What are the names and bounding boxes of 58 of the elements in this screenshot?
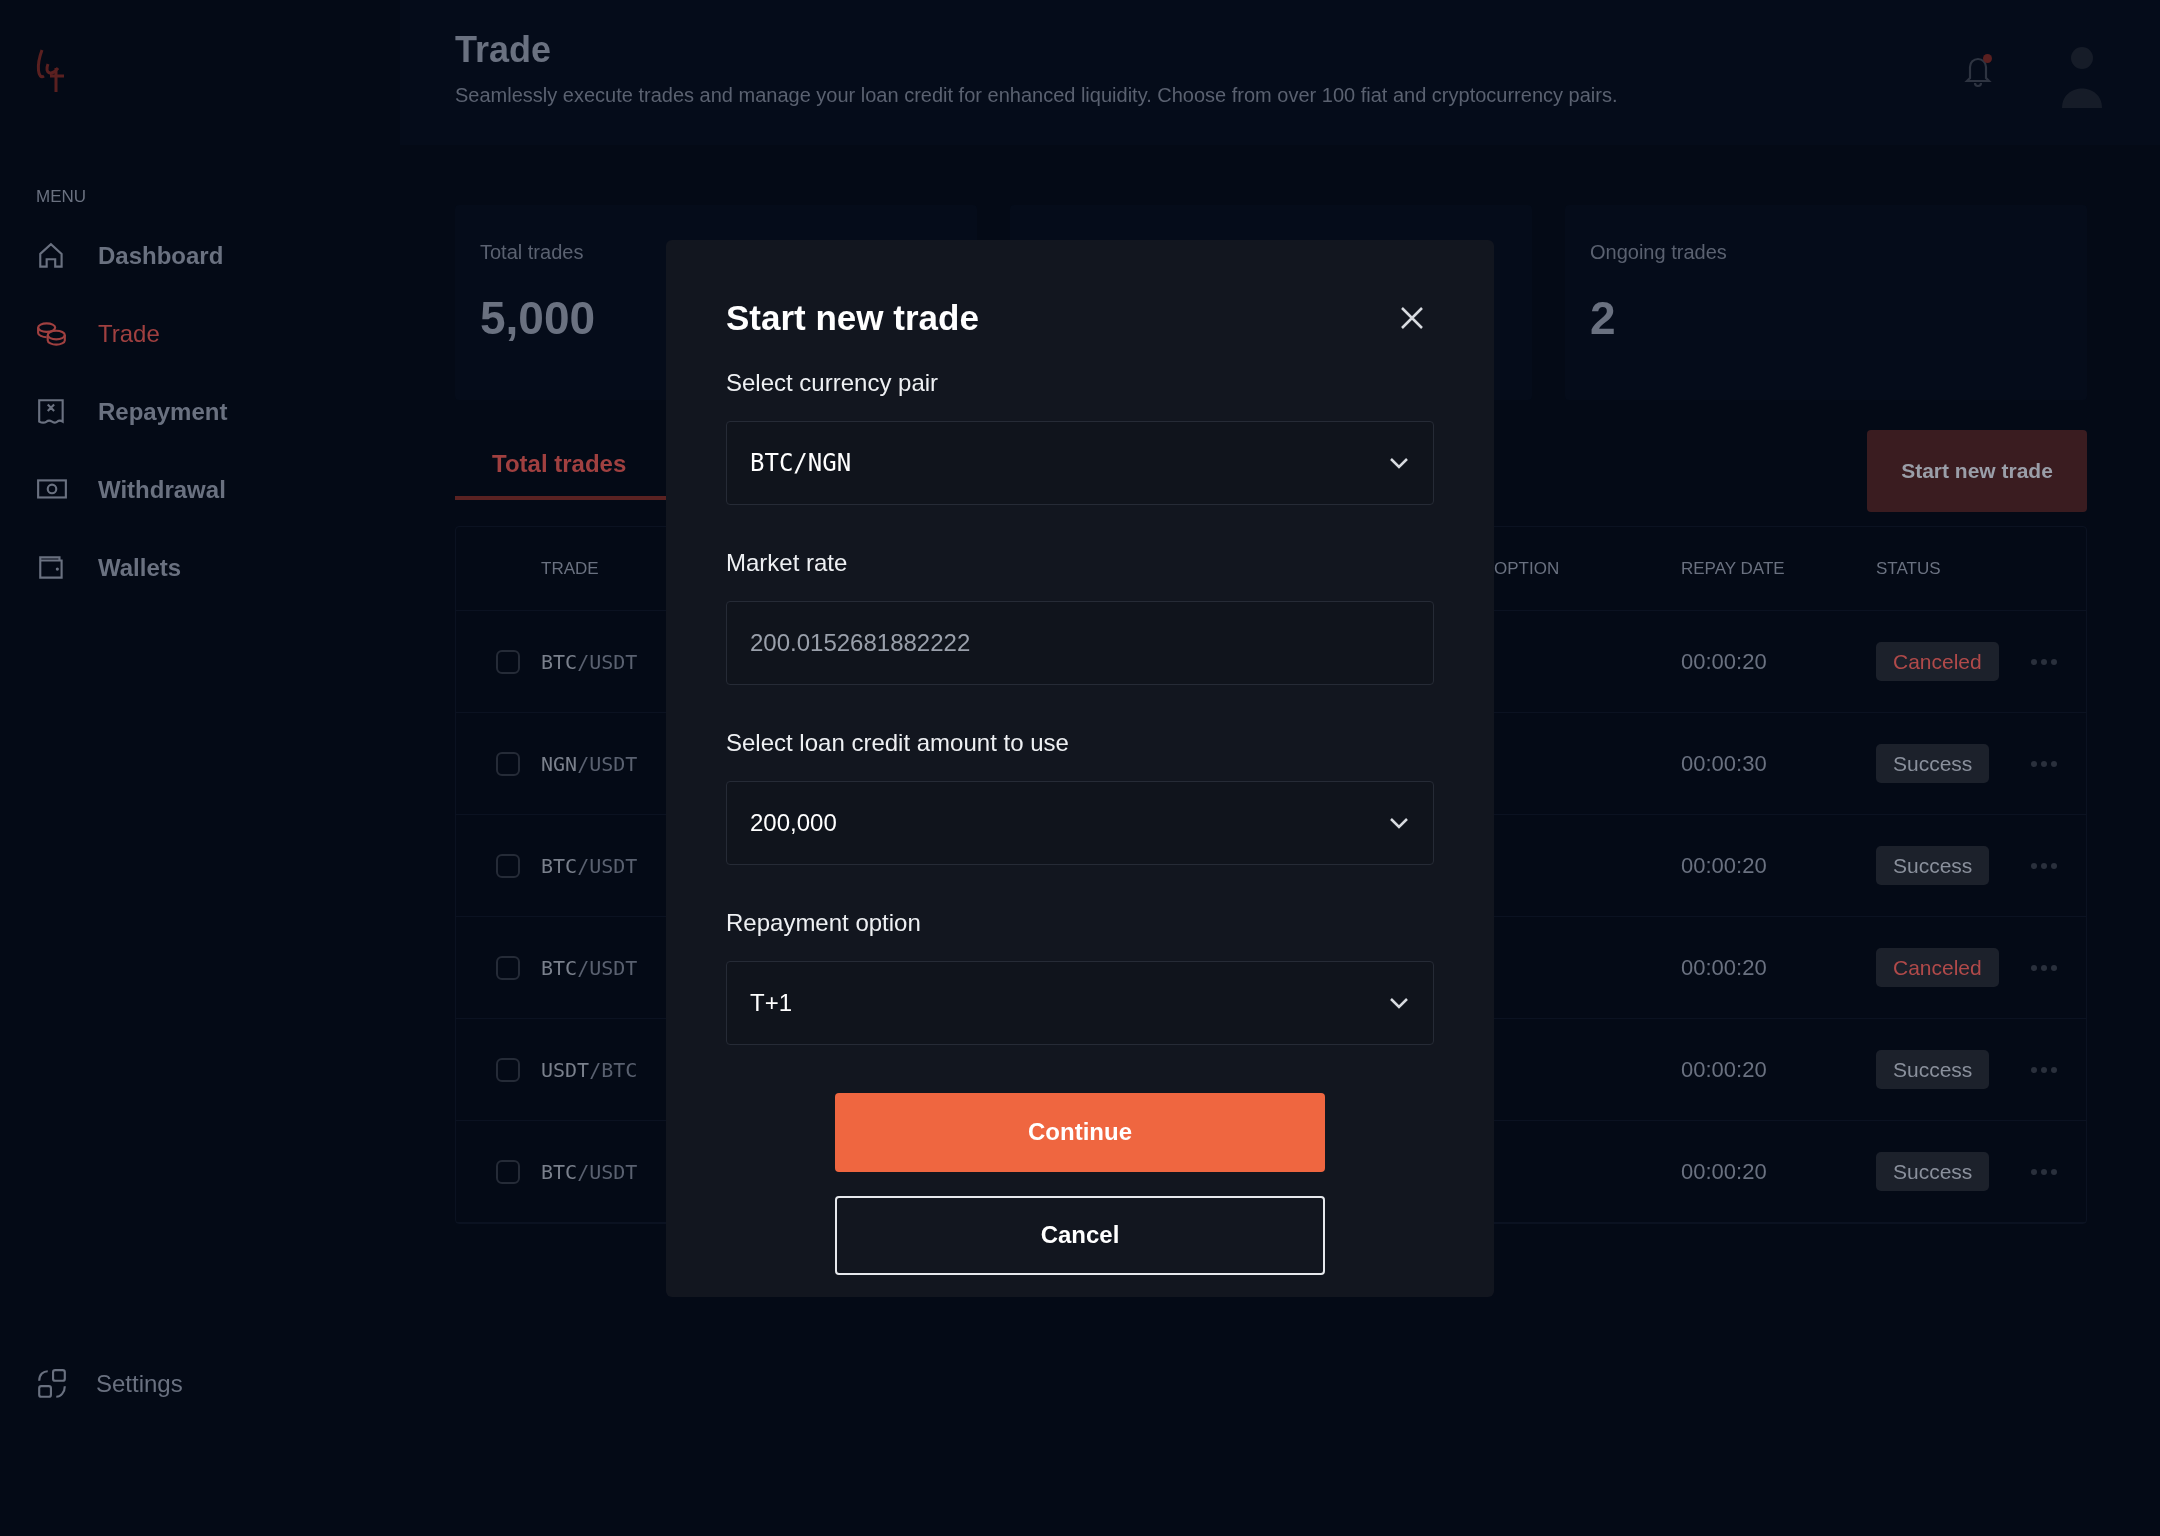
stat-value: 2 xyxy=(1590,295,1616,341)
column-header: TRADE xyxy=(541,557,599,580)
trade-pair: NGN/USDT xyxy=(541,750,638,778)
trade-pair: BTC/USDT xyxy=(541,1158,638,1186)
status-badge: Canceled xyxy=(1876,947,1999,988)
field-label: Repayment option xyxy=(726,907,922,938)
repay-date: 00:00:20 xyxy=(1681,954,1767,982)
column-header: OPTION xyxy=(1494,557,1560,580)
chevron-down-icon xyxy=(1388,455,1410,470)
row-checkbox[interactable] xyxy=(496,1057,520,1082)
modal-title: Start new trade xyxy=(726,297,979,339)
notification-bell-icon[interactable] xyxy=(1962,52,1994,88)
row-checkbox[interactable] xyxy=(496,1159,520,1184)
select-field[interactable]: BTC/NGN xyxy=(726,420,1434,505)
field-label: Select currency pair xyxy=(726,367,940,398)
row-checkbox[interactable] xyxy=(496,649,520,674)
stat-label: Ongoing trades xyxy=(1590,240,1727,265)
page-title: Trade xyxy=(455,32,552,68)
trade-pair: USDT/BTC xyxy=(541,1056,638,1084)
status-badge: Success xyxy=(1876,743,1990,784)
row-checkbox[interactable] xyxy=(496,955,520,980)
trade-pair: BTC/USDT xyxy=(541,648,638,676)
field-label: Select loan credit amount to use xyxy=(726,727,1070,758)
repay-date: 00:00:20 xyxy=(1681,852,1767,880)
column-header: REPAY DATE xyxy=(1681,557,1785,580)
repay-date: 00:00:20 xyxy=(1681,1056,1767,1084)
nav-item[interactable]: Dashboard xyxy=(36,238,224,274)
cancel-button[interactable]: Cancel xyxy=(835,1195,1325,1275)
chevron-down-icon xyxy=(1388,995,1410,1010)
trade-pair: BTC/USDT xyxy=(541,954,638,982)
status-badge: Success xyxy=(1876,1151,1990,1192)
column-header: STATUS xyxy=(1876,557,1941,580)
page-subtitle: Seamlessly execute trades and manage your loan credit for enhanced liquidity. Choose from over 100 fiat and cryptocurrency pairs. xyxy=(455,83,1618,108)
status-badge: Success xyxy=(1876,1049,1990,1090)
trade-pair: BTC/USDT xyxy=(541,852,638,880)
status-badge: Success xyxy=(1876,845,1990,886)
nav-item[interactable]: Trade xyxy=(36,316,160,352)
repay-date: 00:00:20 xyxy=(1681,1158,1767,1186)
row-checkbox[interactable] xyxy=(496,853,520,878)
input-field[interactable]: 200.0152681882222 xyxy=(726,600,1434,685)
nav-item[interactable]: Wallets xyxy=(36,550,182,586)
select-field[interactable]: 200,000 xyxy=(726,780,1434,865)
repay-date: 00:00:30 xyxy=(1681,750,1767,778)
settings-icon xyxy=(36,1368,68,1400)
continue-button[interactable]: Continue xyxy=(835,1092,1325,1172)
select-field[interactable]: T+1 xyxy=(726,960,1434,1045)
stat-value: 5,000 xyxy=(480,295,596,341)
nav-item[interactable]: Repayment xyxy=(36,394,228,430)
settings-item[interactable]: Settings xyxy=(36,1366,183,1402)
field-label: Market rate xyxy=(726,547,849,578)
menu-label: MENU xyxy=(36,186,87,208)
start-new-trade-button[interactable]: Start new trade xyxy=(1867,430,2087,512)
repay-date: 00:00:20 xyxy=(1681,648,1767,676)
chevron-down-icon xyxy=(1388,815,1410,830)
row-checkbox[interactable] xyxy=(496,751,520,776)
status-badge: Canceled xyxy=(1876,641,1999,682)
stat-label: Total trades xyxy=(480,240,584,265)
nav-item[interactable]: Withdrawal xyxy=(36,472,226,508)
